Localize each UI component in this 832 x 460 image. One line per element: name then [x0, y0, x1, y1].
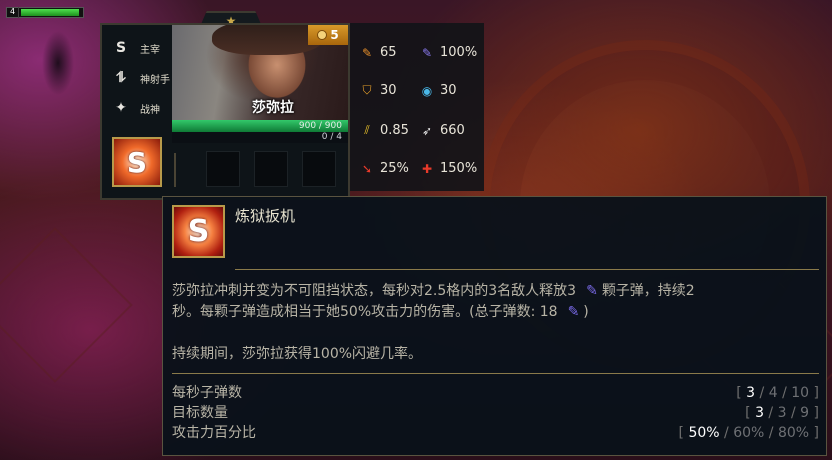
- scaling-values: [ 3 / 3 / 9 ]: [745, 405, 819, 421]
- attack-damage-value: 65: [380, 45, 397, 60]
- description-line: 持续期间，莎弥拉获得100%闪避几率。: [172, 346, 423, 362]
- scaling-label: 目标数量: [172, 405, 228, 421]
- scaling-values: [ 3 / 4 / 10 ]: [736, 385, 819, 401]
- range-icon: ➶: [421, 123, 433, 138]
- description-text: 秒。每颗子弹造成相当于她50%攻击力的伤害。(总子弹数: 18: [172, 304, 558, 320]
- item-slot[interactable]: [254, 151, 288, 187]
- ability-icon-small[interactable]: S: [112, 137, 162, 187]
- champion-on-board[interactable]: [28, 18, 88, 103]
- description-line: 莎弥拉冲刺并变为不可阻挡状态，每秒对2.5格内的3名敌人释放3 ✎ 颗子弹，持续2: [172, 281, 822, 302]
- item-slot[interactable]: [206, 151, 240, 187]
- trait-row[interactable]: ✦ 战神: [110, 93, 180, 123]
- stat-range: ➶ 660: [420, 123, 465, 138]
- stat-ability-power: ✎ 100%: [420, 45, 477, 60]
- crit-chance-value: 25%: [380, 161, 409, 176]
- unit-cost: 5: [330, 28, 339, 42]
- stat-magic-resist: ◉ 30: [420, 83, 457, 98]
- scaling-row: 攻击力百分比 [ 50% / 60% / 80% ]: [172, 424, 819, 443]
- mana-icon: ✎: [567, 304, 580, 320]
- arena-floor-tile: [0, 227, 133, 383]
- attack-speed-icon: ⫽: [364, 123, 370, 137]
- stat-crit-damage: ✚ 150%: [420, 161, 477, 176]
- crit-damage-icon: ✚: [421, 161, 433, 176]
- marksman-trait-icon: ⥮: [115, 70, 127, 86]
- crit-damage-value: 150%: [440, 161, 478, 176]
- description-line: 秒。每颗子弹造成相当于她50%攻击力的伤害。(总子弹数: 18 ✎): [172, 302, 822, 323]
- unit-mana-text: 0 / 4: [321, 132, 342, 142]
- ability-icon: S: [172, 205, 225, 258]
- unit-stats-panel: ✎ 65 ✎ 100% ⛉ 30 ◉ 30 ⫽ 0.85 ➶ 660 ➘ 25%…: [350, 23, 484, 191]
- unit-mana-bar: 0 / 4: [172, 132, 348, 143]
- trait-label: 战神: [140, 104, 160, 116]
- ability-power-value: 100%: [440, 45, 478, 60]
- unit-hp-text: 900 / 900: [298, 121, 342, 131]
- ability-power-icon: ✎: [421, 45, 433, 60]
- crit-chance-icon: ➘: [361, 161, 373, 176]
- dominator-trait-icon: S: [115, 40, 127, 56]
- description-text: ): [583, 304, 589, 320]
- ability-description: 莎弥拉冲刺并变为不可阻挡状态，每秒对2.5格内的3名敌人释放3 ✎ 颗子弹，持续2 …: [172, 281, 822, 365]
- gold-coin-icon: [317, 30, 328, 40]
- stat-attack-speed: ⫽ 0.85: [360, 123, 409, 138]
- mana-icon: ✎: [586, 283, 598, 299]
- description-text: 莎弥拉冲刺并变为不可阻挡状态，每秒对2.5格内的3名敌人释放3: [172, 283, 577, 299]
- wargod-trait-icon: ✦: [115, 100, 127, 116]
- description-text: 颗子弹，持续2: [601, 283, 695, 299]
- unit-hp-bar: 900 / 900: [172, 120, 348, 132]
- trait-list: S 主宰 ⥮ 神射手 ✦ 战神: [110, 33, 180, 123]
- trait-row[interactable]: S 主宰: [110, 33, 180, 63]
- unit-info-card: S 主宰 ⥮ 神射手 ✦ 战神 5 莎弥拉 900 / 900 0 / 4 S: [100, 23, 350, 200]
- unit-name: 莎弥拉: [252, 100, 294, 116]
- magic-resist-value: 30: [440, 83, 457, 98]
- attack-damage-icon: ✎: [361, 45, 373, 60]
- armor-value: 30: [380, 83, 397, 98]
- range-value: 660: [440, 123, 465, 138]
- stat-armor: ⛉ 30: [360, 83, 397, 98]
- champion-health-bar: 4: [6, 7, 84, 18]
- unit-cost-badge: 5: [308, 25, 348, 45]
- champion-health-fill: [21, 9, 79, 16]
- champion-level-marker: 4: [7, 7, 19, 18]
- item-slot[interactable]: [302, 151, 336, 187]
- scaling-label: 攻击力百分比: [172, 425, 256, 441]
- item-divider: [174, 153, 176, 187]
- scaling-values: [ 50% / 60% / 80% ]: [678, 425, 819, 441]
- stat-crit-chance: ➘ 25%: [360, 161, 409, 176]
- portrait-hat: [212, 25, 322, 55]
- attack-speed-value: 0.85: [380, 123, 409, 138]
- scaling-row: 每秒子弹数 [ 3 / 4 / 10 ]: [172, 384, 819, 403]
- ability-name: 炼狱扳机: [235, 207, 296, 225]
- trait-label: 主宰: [140, 44, 160, 56]
- trait-row[interactable]: ⥮ 神射手: [110, 63, 180, 93]
- scaling-row: 目标数量 [ 3 / 3 / 9 ]: [172, 404, 819, 423]
- armor-icon: ⛉: [362, 83, 372, 97]
- scaling-label: 每秒子弹数: [172, 385, 242, 401]
- ability-tooltip: S 炼狱扳机 莎弥拉冲刺并变为不可阻挡状态，每秒对2.5格内的3名敌人释放3 ✎ 颗…: [162, 196, 827, 456]
- trait-label: 神射手: [140, 74, 170, 86]
- tooltip-divider: [235, 269, 819, 270]
- tooltip-divider: [172, 373, 819, 374]
- magic-resist-icon: ◉: [421, 83, 433, 98]
- stat-attack-damage: ✎ 65: [360, 45, 397, 60]
